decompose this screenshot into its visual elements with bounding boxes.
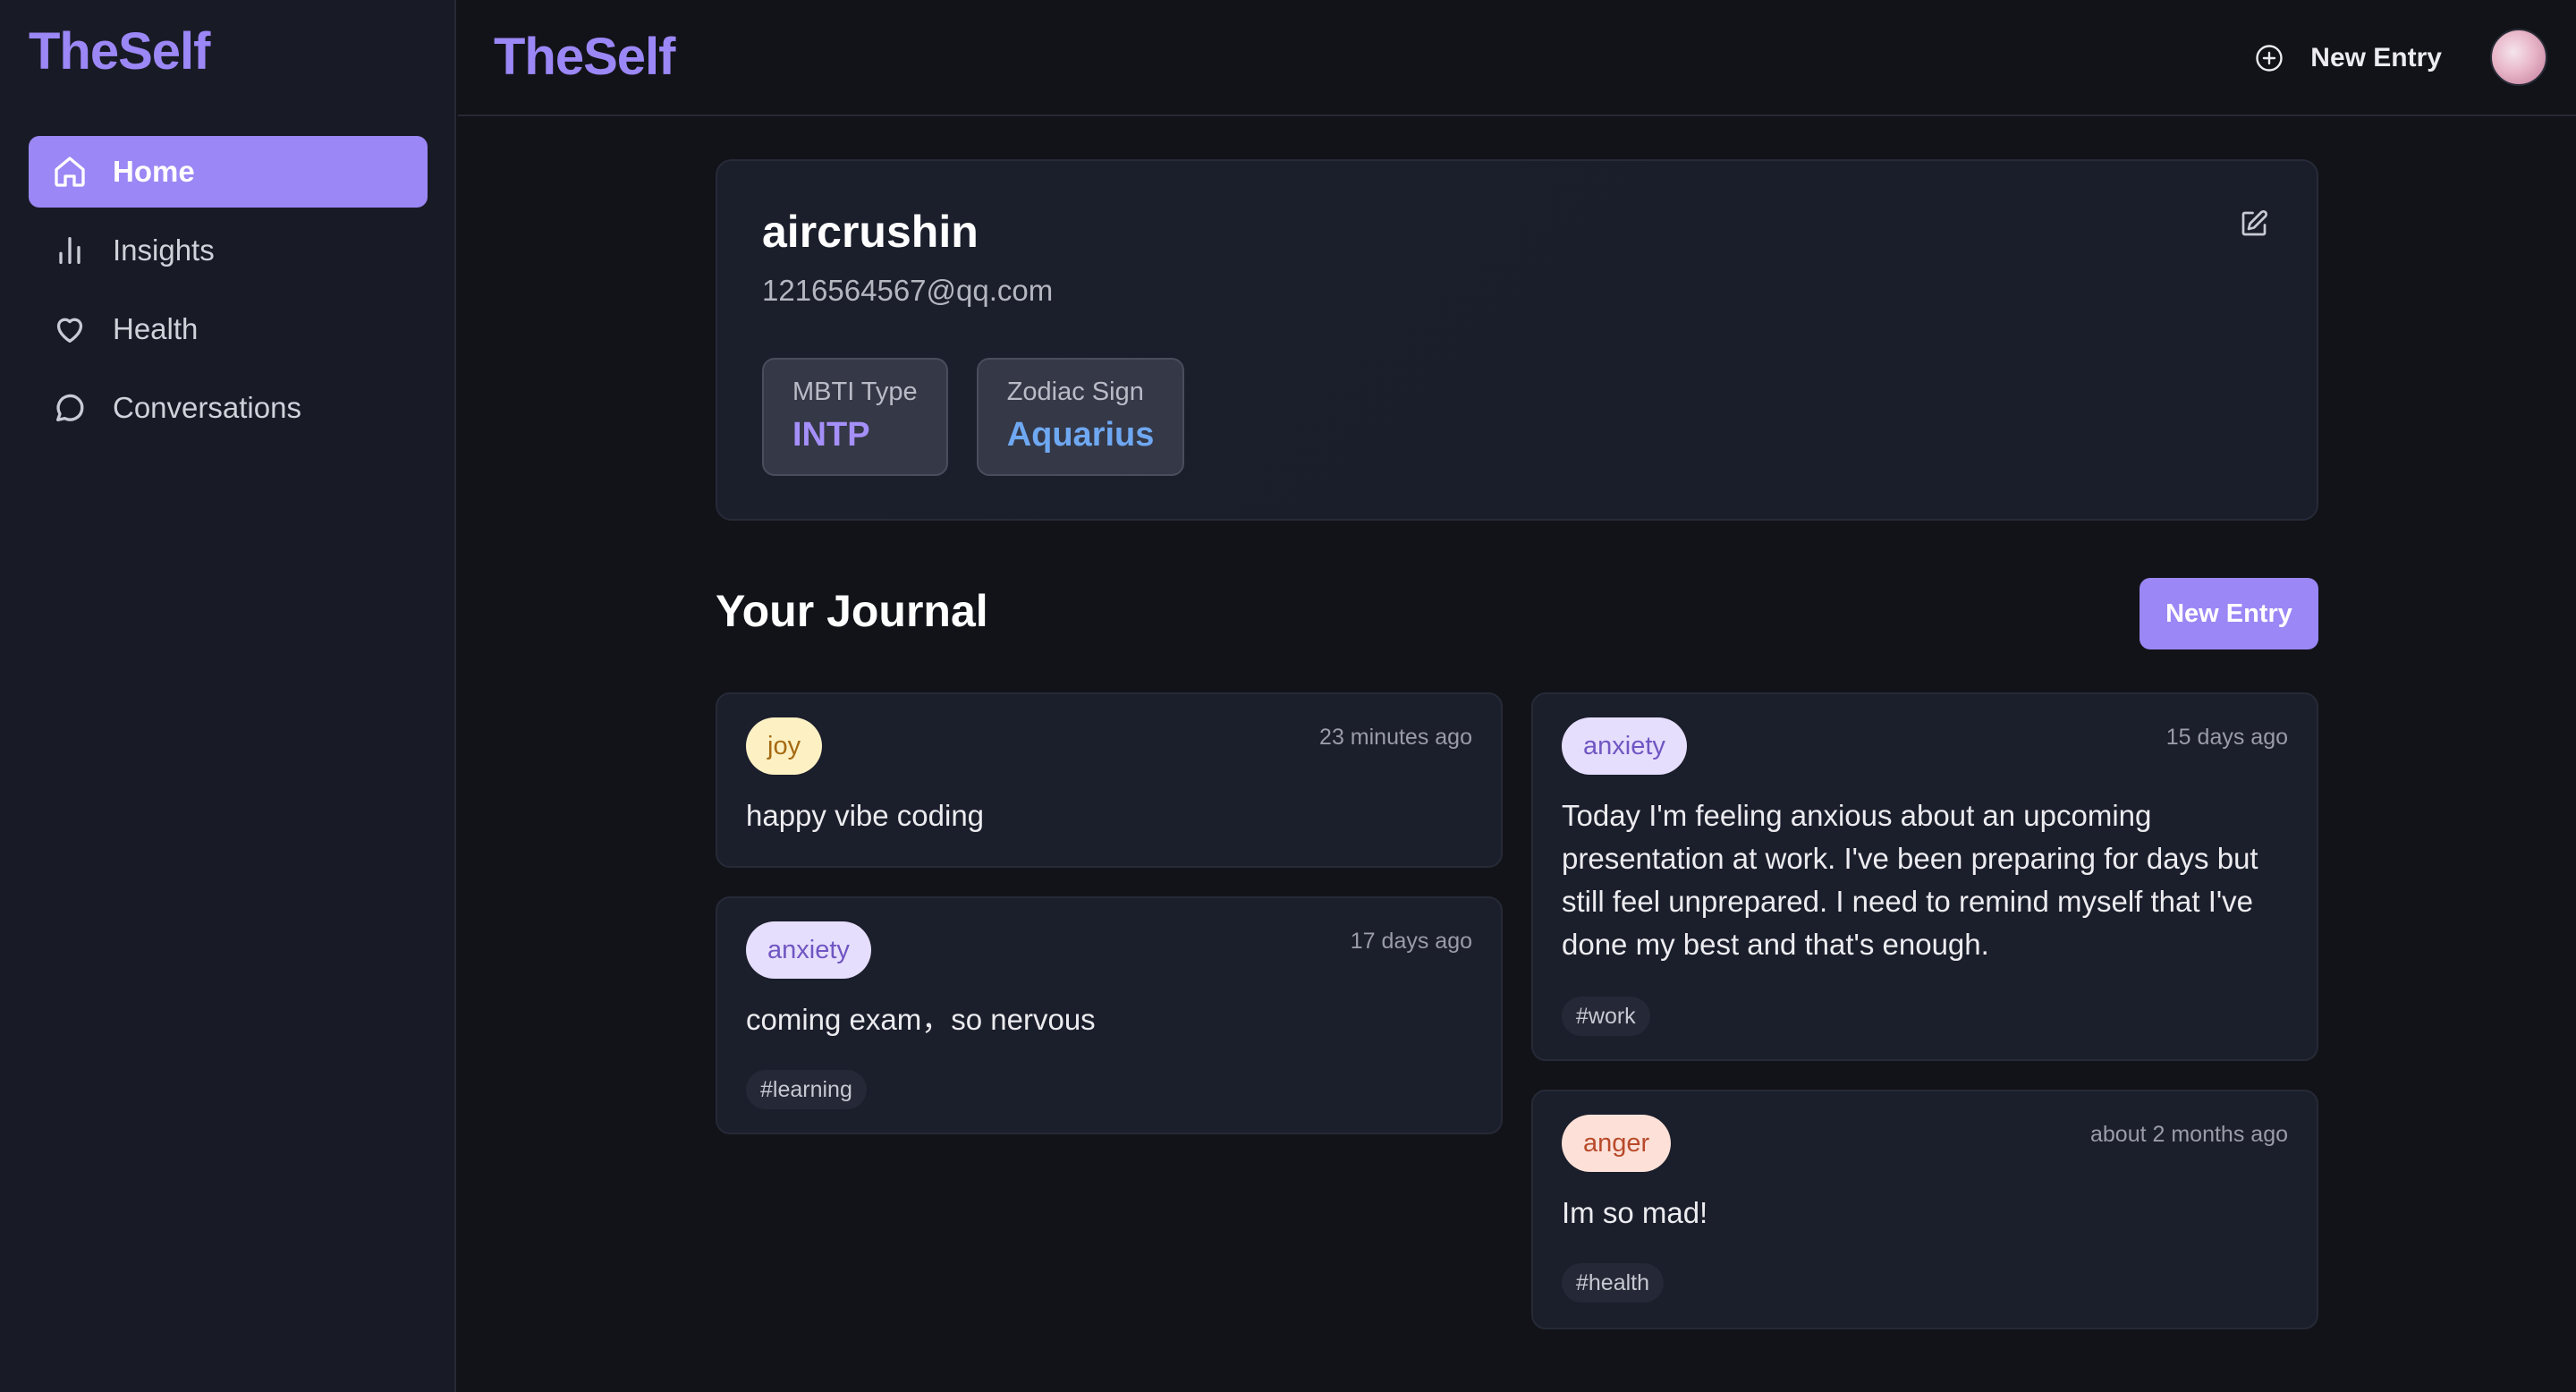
sidebar-item-insights[interactable]: Insights [29, 215, 428, 286]
entry-text: happy vibe coding [746, 799, 985, 832]
sidebar-nav: Home Insights Health Conversations [29, 136, 428, 451]
profile-email: 1216564567@qq.com [762, 274, 1054, 307]
entry-timestamp: 17 days ago [1350, 929, 1472, 954]
sidebar: TheSelf Home Insights Health Conversatio… [0, 0, 456, 1392]
heart-icon [52, 311, 88, 347]
journal-title: Your Journal [716, 586, 988, 636]
zodiac-label: Zodiac Sign [1006, 378, 1144, 406]
entry-timestamp: 23 minutes ago [1319, 725, 1472, 750]
avatar[interactable] [2490, 29, 2547, 86]
sidebar-item-conversations[interactable]: Conversations [29, 372, 428, 444]
new-entry-button[interactable]: New Entry [2140, 578, 2318, 649]
profile-chips: MBTI Type INTP Zodiac Sign Aquarius [762, 358, 1213, 476]
journal-entry-card[interactable]: anxiety 17 days ago coming exam，so nervo… [716, 896, 1503, 1134]
top-header: TheSelf New Entry [458, 0, 2576, 116]
sidebar-item-label: Home [113, 155, 195, 188]
entry-text: coming exam，so nervous [746, 1003, 1096, 1036]
entry-text: Today I'm feeling anxious about an upcom… [1562, 799, 2258, 961]
app-root: TheSelf Home Insights Health Conversatio… [0, 0, 2576, 1392]
entry-tag[interactable]: #work [1562, 997, 1650, 1036]
message-circle-icon [52, 390, 88, 426]
mbti-value: INTP [792, 416, 870, 454]
header-new-entry-button[interactable]: New Entry [2253, 36, 2442, 81]
journal-entry-card[interactable]: anxiety 15 days ago Today I'm feeling an… [1531, 692, 2318, 1061]
sidebar-item-health[interactable]: Health [29, 293, 428, 365]
mood-badge: anger [1562, 1115, 1672, 1172]
entry-timestamp: about 2 months ago [2090, 1122, 2288, 1147]
mbti-chip: MBTI Type INTP [762, 358, 948, 476]
sidebar-item-label: Conversations [113, 391, 301, 424]
sidebar-item-label: Insights [113, 233, 215, 267]
bar-chart-icon [52, 233, 88, 268]
journal-header: Your Journal New Entry [716, 578, 2318, 649]
mood-badge: anxiety [1562, 717, 1687, 775]
sidebar-logo[interactable]: TheSelf [29, 21, 210, 81]
zodiac-value: Aquarius [1006, 416, 1155, 454]
edit-icon[interactable] [2238, 208, 2270, 240]
journal-entry-card[interactable]: anger about 2 months ago Im so mad! #hea… [1531, 1090, 2318, 1329]
profile-username: aircrushin [762, 207, 979, 257]
profile-card: aircrushin 1216564567@qq.com MBTI Type I… [716, 159, 2318, 521]
header-brand[interactable]: TheSelf [494, 27, 675, 87]
mbti-label: MBTI Type [792, 378, 918, 406]
plus-circle-icon [2253, 42, 2285, 74]
entry-text: Im so mad! [1562, 1196, 1708, 1229]
entry-tag[interactable]: #health [1562, 1263, 1665, 1303]
entry-timestamp: 15 days ago [2165, 725, 2288, 750]
journal-entry-card[interactable]: joy 23 minutes ago happy vibe coding [716, 692, 1503, 868]
home-icon [52, 154, 88, 190]
main-content: aircrushin 1216564567@qq.com MBTI Type I… [716, 159, 2318, 1337]
entry-tag[interactable]: #learning [746, 1070, 867, 1109]
sidebar-item-home[interactable]: Home [29, 136, 428, 208]
mood-badge: anxiety [746, 921, 871, 979]
zodiac-chip: Zodiac Sign Aquarius [976, 358, 1185, 476]
mood-badge: joy [746, 717, 823, 775]
header-new-entry-label: New Entry [2310, 43, 2442, 72]
sidebar-item-label: Health [113, 312, 199, 345]
journal-entries: joy 23 minutes ago happy vibe coding anx… [716, 692, 2318, 1337]
